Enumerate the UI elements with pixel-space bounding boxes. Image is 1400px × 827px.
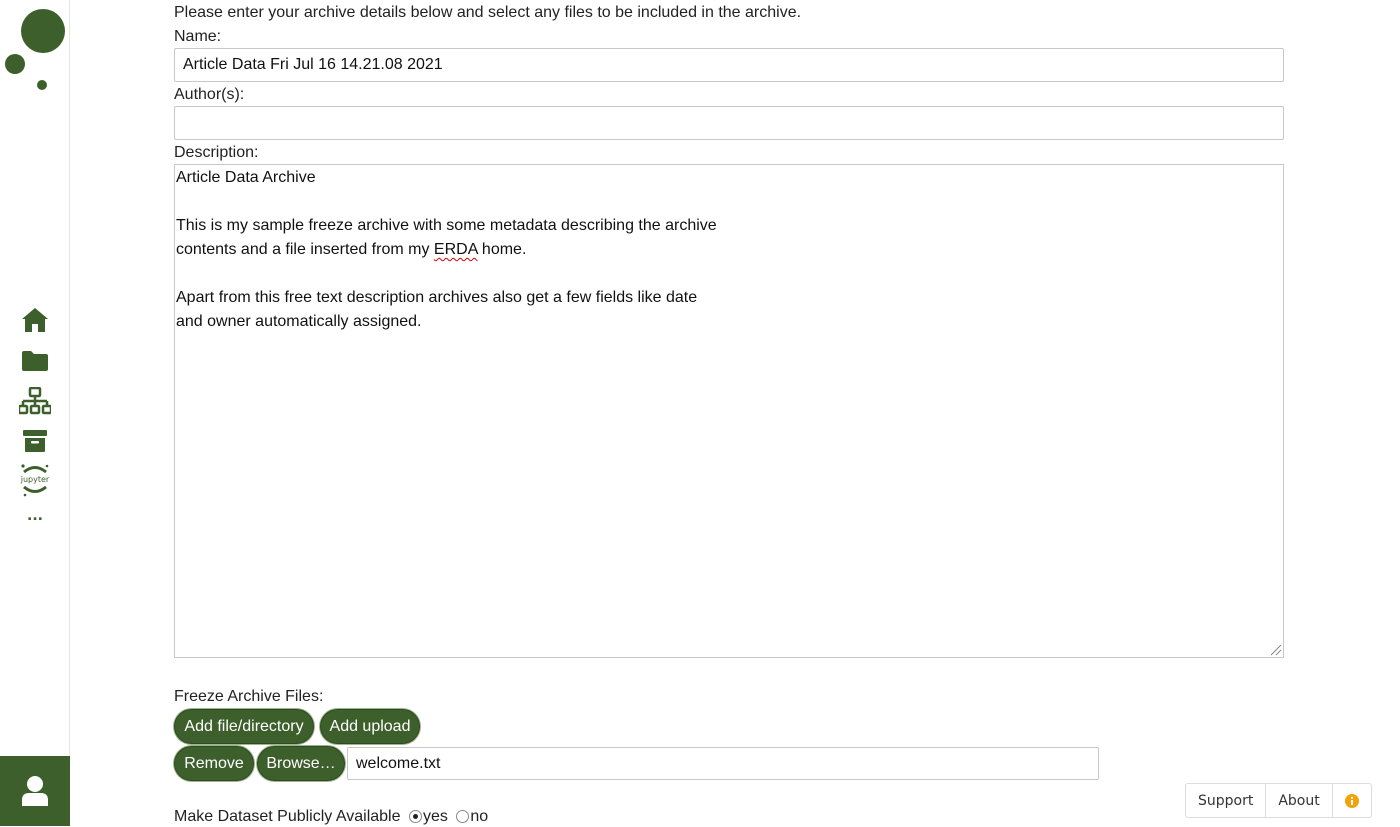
file-path-field[interactable] (347, 747, 1099, 780)
folder-icon (22, 351, 48, 371)
public-label: Make Dataset Publicly Available (174, 808, 401, 825)
nav-archives[interactable] (18, 424, 52, 458)
remove-button[interactable]: Remove (174, 746, 254, 781)
intro-text: Please enter your archive details below … (174, 4, 802, 21)
browse-button[interactable]: Browse… (257, 746, 345, 781)
description-label: Description: (174, 144, 259, 161)
network-icon (19, 387, 51, 415)
add-file-button[interactable]: Add file/directory (174, 709, 314, 744)
info-icon (1344, 793, 1359, 808)
user-icon (22, 776, 48, 806)
public-no-label: no (470, 808, 489, 825)
user-menu-button[interactable] (0, 756, 70, 826)
authors-field[interactable] (174, 106, 1284, 140)
support-link[interactable]: Support (1186, 784, 1267, 817)
logo (5, 9, 65, 90)
description-line: Article Data Archive (176, 169, 316, 186)
description-text: home. (477, 241, 527, 258)
description-line: contents and a file inserted from my ERD… (176, 238, 1282, 262)
more-icon[interactable]: ... (22, 505, 48, 527)
description-line (176, 262, 1282, 286)
add-upload-button[interactable]: Add upload (320, 709, 420, 744)
home-icon (22, 308, 48, 332)
about-link[interactable]: About (1266, 784, 1333, 817)
files-label: Freeze Archive Files: (174, 688, 324, 705)
archive-icon (23, 430, 47, 452)
nav-home[interactable] (18, 303, 52, 337)
public-row: Make Dataset Publicly Available yes no (174, 807, 488, 827)
description-line (176, 190, 1282, 214)
description-line: Apart from this free text description ar… (176, 289, 698, 306)
sidebar: jupyter ... (0, 0, 70, 826)
description-textarea[interactable]: Article Data Archive This is my sample f… (174, 164, 1284, 658)
nav-jupyter[interactable]: jupyter (18, 462, 52, 500)
description-line: This is my sample freeze archive with so… (176, 217, 717, 234)
public-yes-radio[interactable] (408, 810, 422, 824)
jupyter-label: jupyter (20, 475, 50, 484)
name-field[interactable] (174, 48, 1284, 82)
public-yes-label: yes (422, 808, 448, 825)
name-label: Name: (174, 28, 222, 45)
nav-network[interactable] (18, 384, 52, 418)
description-text: contents and a file inserted from my (176, 241, 434, 258)
nav-files[interactable] (18, 344, 52, 378)
footer-links: Support About (1185, 783, 1372, 818)
authors-label: Author(s): (174, 86, 245, 103)
info-button[interactable] (1333, 784, 1371, 817)
spellcheck-word: ERDA (433, 241, 478, 258)
description-line: and owner automatically assigned. (176, 313, 422, 330)
resize-grip-icon[interactable] (1268, 642, 1282, 656)
public-no-radio[interactable] (456, 810, 470, 824)
